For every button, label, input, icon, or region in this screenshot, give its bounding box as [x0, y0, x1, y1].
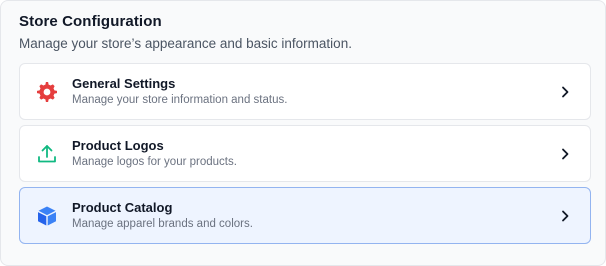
- product-logos-card[interactable]: Product Logos Manage logos for your prod…: [19, 125, 591, 182]
- gear-icon: [35, 80, 59, 104]
- upload-icon: [35, 142, 59, 166]
- page-title: Store Configuration: [19, 13, 162, 30]
- general-settings-card[interactable]: General Settings Manage your store infor…: [19, 63, 591, 120]
- card-description: Manage your store information and status…: [72, 94, 288, 106]
- cube-icon: [35, 204, 59, 228]
- card-title: Product Catalog: [72, 200, 173, 215]
- card-title: Product Logos: [72, 138, 164, 153]
- store-configuration-panel: Store Configuration Manage your store’s …: [0, 0, 606, 266]
- page-subtitle: Manage your store’s appearance and basic…: [19, 36, 352, 51]
- card-description: Manage apparel brands and colors.: [72, 218, 253, 230]
- card-description: Manage logos for your products.: [72, 156, 237, 168]
- chevron-right-icon: [558, 85, 572, 99]
- chevron-right-icon: [558, 147, 572, 161]
- card-title: General Settings: [72, 76, 176, 91]
- chevron-right-icon: [558, 209, 572, 223]
- product-catalog-card[interactable]: Product Catalog Manage apparel brands an…: [19, 187, 591, 244]
